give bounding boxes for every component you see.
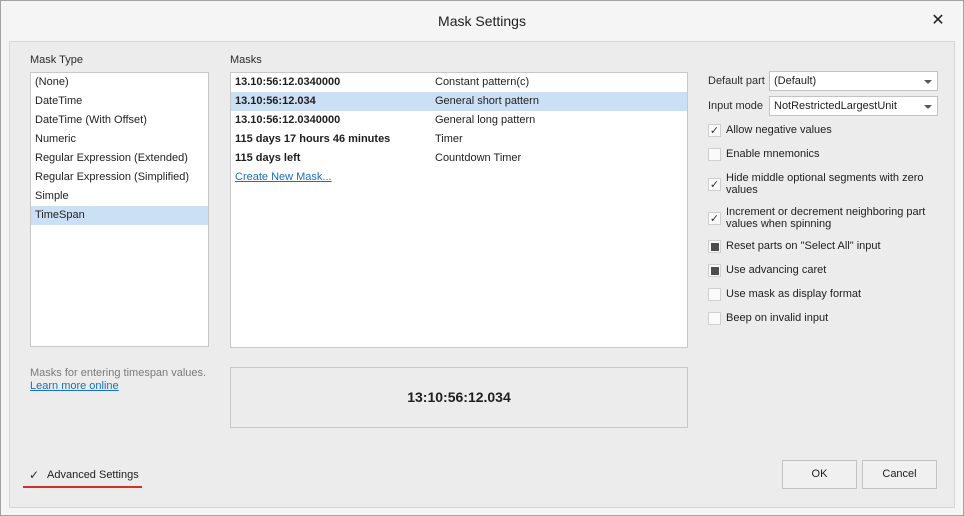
mask-description: General long pattern [435, 114, 536, 126]
title-bar: Mask Settings ✕ [1, 1, 963, 41]
mask-description: General short pattern [435, 95, 539, 107]
mask-type-list[interactable]: (None) DateTime DateTime (With Offset) N… [30, 72, 209, 347]
mask-description: Constant pattern(c) [435, 76, 530, 88]
reset-parts-select-all-checkbox[interactable]: Reset parts on "Select All" input [708, 240, 948, 254]
indeterminate-icon [708, 240, 721, 253]
beep-on-invalid-input-checkbox[interactable]: Beep on invalid input [708, 312, 948, 326]
mask-type-item-simple[interactable]: Simple [31, 187, 208, 206]
input-mode-value: NotRestrictedLargestUnit [774, 100, 897, 112]
mask-value: 115 days left [235, 152, 301, 164]
checkbox-label: Use mask as display format [726, 288, 862, 300]
mask-type-item-datetime-offset[interactable]: DateTime (With Offset) [31, 111, 208, 130]
mask-value: 115 days 17 hours 46 minutes [235, 133, 391, 145]
dialog-content: Mask Type (None) DateTime DateTime (With… [9, 41, 955, 508]
masks-label: Masks [230, 54, 262, 66]
mask-value: 13.10:56:12.034 [235, 95, 316, 107]
mask-row[interactable]: 13.10:56:12.034 General short pattern [231, 92, 687, 111]
mask-type-item-datetime[interactable]: DateTime [31, 92, 208, 111]
checkmark-icon: ✓ [708, 124, 721, 137]
checkmark-icon: ✓ [29, 468, 40, 482]
mask-description: Timer [435, 133, 463, 145]
mask-hint-text: Masks for entering timespan values. [30, 367, 207, 379]
default-part-label: Default part [708, 75, 765, 87]
checkmark-icon: ✓ [708, 212, 721, 225]
mask-hint: Masks for entering timespan values. Lear… [30, 367, 206, 393]
mask-row[interactable]: 115 days 17 hours 46 minutes Timer [231, 130, 687, 149]
mask-row[interactable]: 115 days left Countdown Timer [231, 149, 687, 168]
mask-type-item-numeric[interactable]: Numeric [31, 130, 208, 149]
cancel-button[interactable]: Cancel [862, 460, 937, 489]
checkbox-label: Beep on invalid input [726, 312, 829, 324]
mask-settings-dialog: Mask Settings ✕ Mask Type (None) DateTim… [0, 0, 964, 516]
dialog-title: Mask Settings [438, 13, 526, 29]
mask-preview: 13:10:56:12.034 [230, 367, 688, 428]
default-part-value: (Default) [774, 75, 817, 87]
mask-type-label: Mask Type [30, 54, 83, 66]
checkbox-empty-icon [708, 312, 721, 325]
use-mask-display-format-checkbox[interactable]: Use mask as display format [708, 288, 948, 302]
input-mode-label: Input mode [708, 100, 764, 112]
mask-type-item-timespan[interactable]: TimeSpan [31, 206, 208, 225]
create-new-mask-link[interactable]: Create New Mask... [235, 171, 332, 183]
advanced-settings-label: Advanced Settings [47, 469, 139, 481]
use-advancing-caret-checkbox[interactable]: Use advancing caret [708, 264, 948, 278]
indeterminate-icon [708, 264, 721, 277]
close-button[interactable]: ✕ [921, 8, 955, 34]
default-part-dropdown[interactable]: (Default) [769, 71, 938, 91]
mask-value: 13.10:56:12.0340000 [235, 76, 341, 88]
mask-type-item-none[interactable]: (None) [31, 73, 208, 92]
checkbox-empty-icon [708, 288, 721, 301]
checkbox-empty-icon [708, 148, 721, 161]
chevron-down-icon [924, 80, 932, 84]
checkbox-label: Hide middle optional segments with zero … [726, 172, 924, 196]
checkbox-label: Increment or decrement neighboring part … [726, 206, 926, 230]
chevron-down-icon [924, 105, 932, 109]
hide-middle-segments-checkbox[interactable]: ✓ Hide middle optional segments with zer… [708, 172, 948, 198]
input-mode-dropdown[interactable]: NotRestrictedLargestUnit [769, 96, 938, 116]
ok-button[interactable]: OK [782, 460, 857, 489]
checkbox-label: Use advancing caret [726, 264, 827, 276]
masks-list[interactable]: 13.10:56:12.0340000 Constant pattern(c) … [230, 72, 688, 348]
mask-type-item-regex-simplified[interactable]: Regular Expression (Simplified) [31, 168, 208, 187]
mask-value: 13.10:56:12.0340000 [235, 114, 341, 126]
increment-neighboring-part-checkbox[interactable]: ✓ Increment or decrement neighboring par… [708, 206, 948, 232]
close-icon: ✕ [931, 12, 945, 29]
advanced-settings-toggle[interactable]: ✓ Advanced Settings [23, 463, 143, 485]
checkbox-label: Enable mnemonics [726, 148, 820, 160]
learn-more-link[interactable]: Learn more online [30, 380, 206, 393]
mask-row[interactable]: 13.10:56:12.0340000 General long pattern [231, 111, 687, 130]
mask-description: Countdown Timer [435, 152, 522, 164]
allow-negative-values-checkbox[interactable]: ✓ Allow negative values [708, 124, 948, 138]
enable-mnemonics-checkbox[interactable]: Enable mnemonics [708, 148, 948, 162]
checkbox-label: Reset parts on "Select All" input [726, 240, 881, 252]
checkbox-label: Allow negative values [726, 124, 832, 136]
mask-type-item-regex-extended[interactable]: Regular Expression (Extended) [31, 149, 208, 168]
highlight-underline [23, 486, 142, 488]
checkmark-icon: ✓ [708, 178, 721, 191]
mask-row[interactable]: 13.10:56:12.0340000 Constant pattern(c) [231, 73, 687, 92]
